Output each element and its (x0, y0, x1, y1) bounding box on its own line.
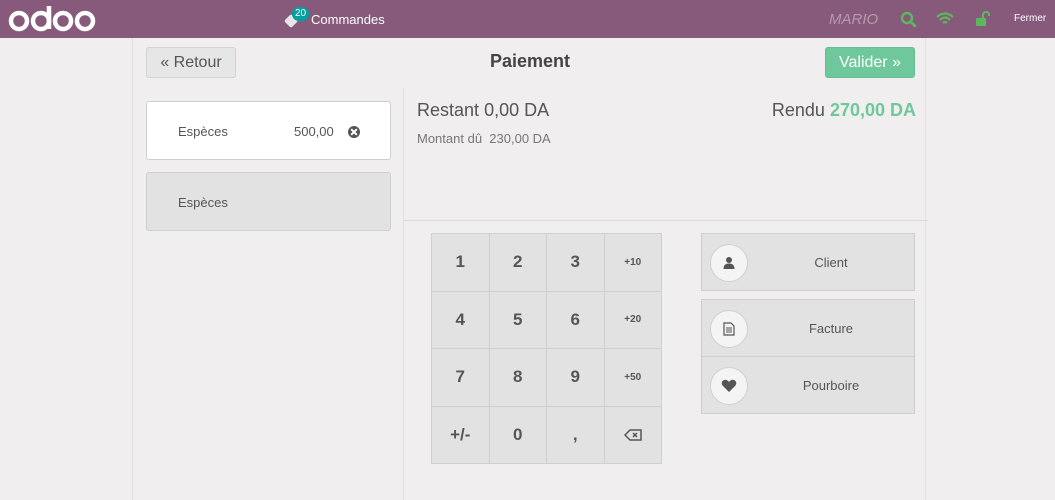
numpad-key-7[interactable]: 7 (432, 349, 489, 406)
odoo-logo (8, 6, 96, 32)
validate-button[interactable]: Valider » (825, 47, 915, 78)
file-text-icon (710, 310, 748, 348)
payment-summary: Restant 0,00 DA Montant dû 230,00 DA Ren… (404, 88, 928, 221)
numpad-key-plus10[interactable]: +10 (604, 234, 661, 291)
numpad-key-2[interactable]: 2 (489, 234, 546, 291)
orders-label: Commandes (311, 11, 385, 27)
due-value: 230,00 DA (489, 131, 551, 146)
top-bar: 20 Commandes MARIO Fermer (0, 0, 1055, 38)
back-button[interactable]: « Retour (146, 47, 236, 78)
user-icon (710, 244, 748, 282)
heart-icon (710, 367, 748, 405)
numpad-key-4[interactable]: 4 (432, 291, 489, 348)
payment-method-label: Espèces (178, 195, 228, 210)
payment-line-method: Espèces (178, 124, 228, 139)
payment-line-amount[interactable]: 500,00 (294, 124, 334, 139)
remaining-label: Restant (417, 100, 480, 120)
orders-button[interactable]: 20 Commandes (283, 7, 385, 30)
backspace-icon (623, 429, 642, 441)
numpad-key-8[interactable]: 8 (489, 349, 546, 406)
numpad-key-3[interactable]: 3 (547, 234, 604, 291)
payment-screen: « Retour Paiement Valider » Espèces 500,… (132, 38, 928, 500)
orders-count-badge: 20 (292, 7, 310, 21)
numpad-key-sign[interactable]: +/- (432, 406, 489, 463)
numpad-key-5[interactable]: 5 (489, 291, 546, 348)
change-amount: Rendu 270,00 DA (772, 100, 916, 121)
search-icon[interactable] (900, 11, 918, 27)
invoice-label: Facture (808, 320, 854, 336)
remaining-amount: Restant 0,00 DA (417, 100, 549, 121)
numpad-key-plus20[interactable]: +20 (604, 291, 661, 348)
cashier-name[interactable]: MARIO (829, 11, 878, 28)
numpad: 1 2 3 +10 4 5 6 +20 7 8 9 +50 +/- 0 , (431, 233, 662, 464)
ticket-icon: 20 (283, 7, 310, 30)
close-button[interactable]: Fermer (1014, 13, 1046, 24)
change-label: Rendu (771, 100, 825, 120)
tip-label: Pourboire (802, 377, 860, 393)
unlock-icon[interactable] (974, 11, 992, 27)
invoice-button[interactable]: Facture (701, 299, 915, 357)
remove-payment-icon[interactable] (348, 126, 360, 138)
due-label: Montant dû (417, 131, 483, 146)
numpad-key-6[interactable]: 6 (547, 291, 604, 348)
numpad-key-plus50[interactable]: +50 (604, 349, 661, 406)
payment-right-panel: Restant 0,00 DA Montant dû 230,00 DA Ren… (403, 88, 928, 500)
client-button[interactable]: Client (701, 233, 915, 291)
numpad-key-1[interactable]: 1 (432, 234, 489, 291)
amount-due: Montant dû 230,00 DA (417, 131, 551, 146)
change-value: 270,00 DA (829, 100, 916, 120)
tip-button[interactable]: Pourboire (701, 356, 915, 414)
page-title: Paiement (489, 51, 571, 71)
payment-method-cash[interactable]: Espèces (146, 172, 391, 231)
payment-line[interactable]: Espèces 500,00 (146, 101, 391, 160)
wifi-icon[interactable] (936, 11, 954, 27)
numpad-key-9[interactable]: 9 (547, 349, 604, 406)
numpad-key-0[interactable]: 0 (489, 406, 546, 463)
payment-lines: Espèces 500,00 Espèces (146, 101, 391, 231)
client-label: Client (814, 254, 848, 270)
remaining-value: 0,00 DA (484, 100, 550, 120)
numpad-key-backspace[interactable] (604, 406, 661, 463)
numpad-key-decimal[interactable]: , (547, 406, 604, 463)
